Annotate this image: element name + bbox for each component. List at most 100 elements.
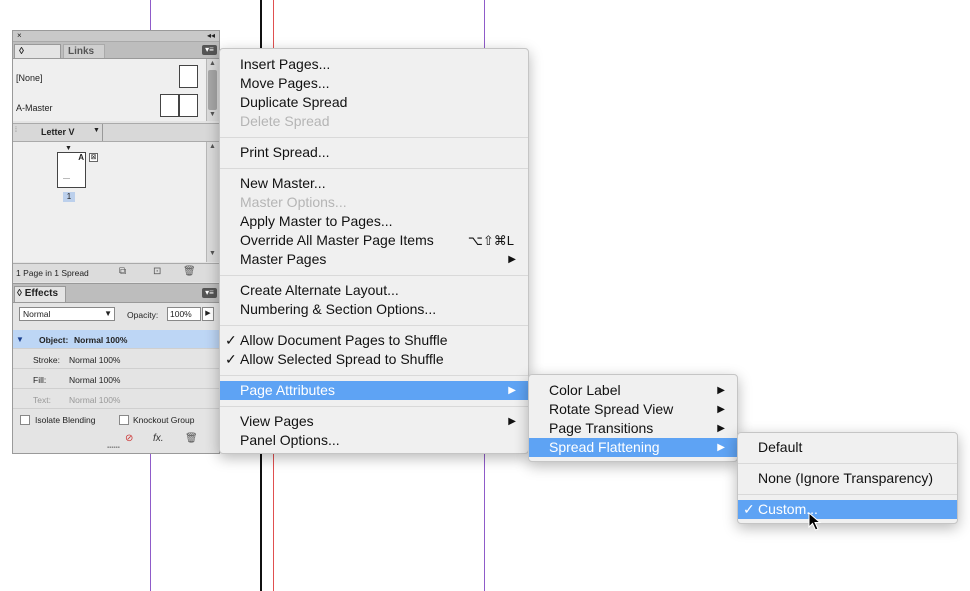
submenu-arrow-icon: ▶ xyxy=(508,254,516,265)
divider xyxy=(102,124,103,141)
menu-item-allow-document-shuffle[interactable]: ✓ Allow Document Pages to Shuffle xyxy=(220,331,528,350)
menu-item-label: Allow Document Pages to Shuffle xyxy=(240,332,448,348)
page-content-line: — xyxy=(63,175,70,182)
menu-item-none-ignore-transparency[interactable]: None (Ignore Transparency) xyxy=(738,469,957,488)
effects-row-value: Normal 100% xyxy=(69,355,121,365)
master-a-right-thumbnail[interactable] xyxy=(179,94,198,117)
isolate-blending-label: Isolate Blending xyxy=(35,415,96,425)
panel-menu-icon[interactable]: ▾≡ xyxy=(202,45,217,55)
menu-item-spread-flattening[interactable]: Spread Flattening ▶ xyxy=(529,438,737,457)
page-thumbnail[interactable]: A — xyxy=(57,152,86,188)
resize-grip-icon[interactable]: ▪▪▪▪▪▪ xyxy=(107,445,120,451)
effects-row-fill[interactable]: Fill: Normal 100% xyxy=(13,370,219,389)
menu-item-rotate-spread-view[interactable]: Rotate Spread View ▶ xyxy=(529,400,737,419)
panel-tab-row: ◊ Pages Links ▾≡ xyxy=(13,42,219,71)
menu-item-panel-options[interactable]: Panel Options... xyxy=(220,431,528,450)
submenu-arrow-icon: ▶ xyxy=(717,385,725,396)
scroll-down-icon[interactable]: ▼ xyxy=(209,111,216,118)
spine-marker-icon: ▼ xyxy=(65,145,72,152)
menu-item-print-spread[interactable]: Print Spread... xyxy=(220,143,528,162)
chevron-down-icon[interactable]: ▼ xyxy=(93,127,100,134)
menu-item-delete-spread: Delete Spread xyxy=(240,113,330,129)
menu-item-page-attributes[interactable]: Page Attributes ▶ xyxy=(220,381,528,400)
menu-item-override-all[interactable]: Override All Master Page Items ⌥⇧⌘L xyxy=(220,231,528,250)
pages-status-text: 1 Page in 1 Spread xyxy=(16,268,89,278)
menu-item-custom[interactable]: ✓ Custom... xyxy=(738,500,957,519)
disclosure-triangle-icon[interactable]: ▼ xyxy=(16,335,24,344)
effects-row-value: Normal 100% xyxy=(74,335,128,345)
effects-row-text[interactable]: Text: Normal 100% xyxy=(13,390,219,409)
isolate-blending-checkbox[interactable] xyxy=(20,415,30,425)
masters-section: [None] A-Master xyxy=(13,59,207,121)
master-none-label[interactable]: [None] xyxy=(16,73,43,83)
trash-icon[interactable]: 🗑 xyxy=(183,266,196,277)
menu-item-create-alternate-layout[interactable]: Create Alternate Layout... xyxy=(220,281,528,300)
opacity-slider-button[interactable]: ▶ xyxy=(202,307,214,321)
menu-item-view-pages[interactable]: View Pages ▶ xyxy=(220,412,528,431)
menu-item-page-transitions[interactable]: Page Transitions ▶ xyxy=(529,419,737,438)
fx-icon[interactable]: fx. xyxy=(153,433,164,444)
submenu-arrow-icon: ▶ xyxy=(508,416,516,427)
menu-item-color-label[interactable]: Color Label ▶ xyxy=(529,381,737,400)
effects-footer: ⊘ fx. 🗑 ▪▪▪▪▪▪ xyxy=(13,431,219,453)
opacity-input[interactable]: 100% xyxy=(167,307,201,321)
menu-item-label: Color Label xyxy=(549,382,621,398)
page-size-bar: ⁞ Letter V ▼ xyxy=(13,123,219,142)
checkmark-icon: ✓ xyxy=(743,501,755,517)
checkmark-icon: ✓ xyxy=(225,332,237,348)
pages-scrollbar[interactable]: ▲ ▼ xyxy=(206,142,219,262)
page-size-label[interactable]: Letter V xyxy=(41,127,75,137)
master-none-thumbnail[interactable] xyxy=(179,65,198,88)
keyboard-shortcut: ⌥⇧⌘L xyxy=(467,233,514,248)
menu-item-master-pages[interactable]: Master Pages ▶ xyxy=(220,250,528,269)
menu-item-move-pages[interactable]: Move Pages... xyxy=(220,74,528,93)
master-a-label[interactable]: A-Master xyxy=(16,103,53,113)
submenu-arrow-icon: ▶ xyxy=(717,442,725,453)
scroll-down-icon[interactable]: ▼ xyxy=(209,250,216,257)
tab-pages[interactable]: ◊ Pages xyxy=(14,44,61,71)
close-icon[interactable]: × xyxy=(17,31,22,41)
menu-item-label: Page Transitions xyxy=(549,420,654,436)
knockout-group-label: Knockout Group xyxy=(133,415,195,425)
menu-item-new-master[interactable]: New Master... xyxy=(220,174,528,193)
chevron-down-icon: ▼ xyxy=(104,309,112,318)
new-page-icon[interactable]: ⊡ xyxy=(153,266,161,277)
grip-icon[interactable]: ⁞ xyxy=(15,127,17,134)
panel-menu-icon[interactable]: ▾≡ xyxy=(202,288,217,298)
trash-icon[interactable]: 🗑 xyxy=(185,433,198,444)
opacity-label: Opacity: xyxy=(127,310,159,320)
menu-separator xyxy=(220,137,528,138)
pages-status-bar: 1 Page in 1 Spread ⧉ ⊡ 🗑 xyxy=(13,263,219,282)
effects-row-object[interactable]: ▼ Object: Normal 100% xyxy=(13,330,219,349)
knockout-group-checkbox[interactable] xyxy=(119,415,129,425)
menu-item-insert-pages[interactable]: Insert Pages... xyxy=(220,55,528,74)
menu-item-label: Allow Selected Spread to Shuffle xyxy=(240,351,444,367)
scroll-up-icon[interactable]: ▲ xyxy=(209,60,216,67)
menu-item-default[interactable]: Default xyxy=(738,438,957,457)
menu-item-allow-spread-shuffle[interactable]: ✓ Allow Selected Spread to Shuffle xyxy=(220,350,528,369)
menu-separator xyxy=(738,463,957,464)
blend-mode-select[interactable]: Normal ▼ xyxy=(19,307,115,321)
menu-item-apply-master[interactable]: Apply Master to Pages... xyxy=(220,212,528,231)
master-a-left-thumbnail[interactable] xyxy=(160,94,179,117)
collapse-icon[interactable]: ◂◂ xyxy=(207,31,215,41)
checkmark-icon: ✓ xyxy=(225,351,237,367)
page-master-letter: A xyxy=(78,153,84,162)
clear-effects-icon[interactable]: ⊘ xyxy=(125,433,133,444)
menu-item-duplicate-spread[interactable]: Duplicate Spread xyxy=(220,93,528,112)
menu-separator xyxy=(220,406,528,407)
masters-scrollbar[interactable]: ▲ ▼ xyxy=(206,59,219,121)
edit-page-size-icon[interactable]: ⧉ xyxy=(119,266,126,277)
menu-item-numbering-section[interactable]: Numbering & Section Options... xyxy=(220,300,528,319)
scroll-up-icon[interactable]: ▲ xyxy=(209,143,216,150)
effects-options: Isolate Blending Knockout Group xyxy=(13,411,219,429)
menu-item-label: Page Attributes xyxy=(240,382,335,398)
tab-effects[interactable]: ◊ Effects xyxy=(14,286,66,302)
menu-separator xyxy=(220,168,528,169)
page-number[interactable]: 1 xyxy=(63,192,75,202)
submenu-arrow-icon: ▶ xyxy=(717,404,725,415)
spread-flattening-submenu: Default None (Ignore Transparency) ✓ Cus… xyxy=(737,432,958,524)
tab-links[interactable]: Links xyxy=(63,44,105,58)
scroll-thumb[interactable] xyxy=(208,70,217,110)
effects-row-stroke[interactable]: Stroke: Normal 100% xyxy=(13,350,219,369)
